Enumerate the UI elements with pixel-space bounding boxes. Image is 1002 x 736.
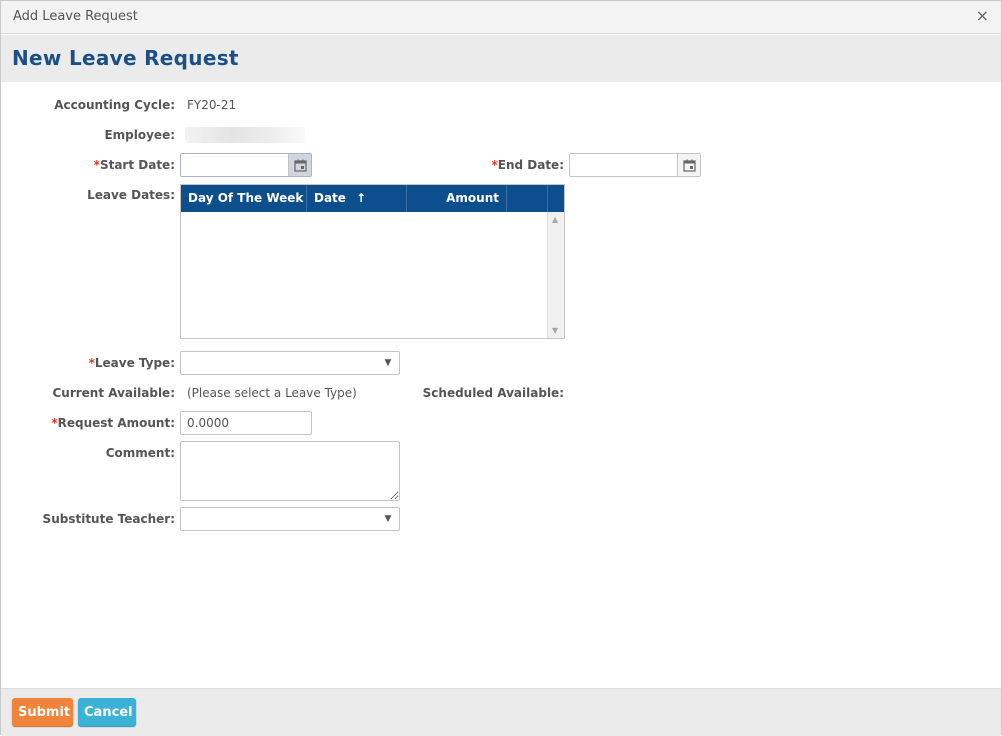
employee-label: Employee:	[104, 128, 175, 142]
end-date-field	[569, 153, 701, 177]
calendar-icon[interactable]	[677, 154, 700, 176]
dialog-footer: Submit Cancel	[1, 688, 1001, 736]
scroll-up-icon[interactable]: ▲	[552, 215, 558, 224]
grid-header: Day Of The Week Date ↑ Amount	[181, 185, 564, 212]
submit-button[interactable]: Submit	[12, 698, 73, 726]
dialog-titlebar: Add Leave Request ×	[1, 1, 1001, 34]
chevron-down-icon[interactable]: ▼	[377, 352, 399, 374]
page-title: New Leave Request	[12, 46, 239, 70]
page-header: New Leave Request	[1, 35, 1001, 82]
end-date-label: *End Date:	[491, 158, 564, 172]
start-date-label: *Start Date:	[94, 158, 175, 172]
accounting-cycle-label: Accounting Cycle:	[54, 98, 175, 112]
start-date-field	[180, 153, 312, 177]
dialog-window: Add Leave Request × New Leave Request Ac…	[0, 0, 1002, 736]
comment-label: Comment:	[105, 446, 175, 460]
current-available-value: (Please select a Leave Type)	[187, 386, 357, 400]
accounting-cycle-value: FY20-21	[187, 98, 237, 112]
cancel-button[interactable]: Cancel	[78, 698, 136, 726]
end-date-label-text: End Date:	[497, 158, 564, 172]
chevron-down-icon[interactable]: ▼	[377, 508, 399, 530]
leave-type-label: *Leave Type:	[89, 356, 175, 370]
request-amount-label-text: Request Amount:	[57, 416, 175, 430]
column-header-day[interactable]: Day Of The Week	[181, 185, 307, 212]
column-header-spacer	[507, 185, 548, 212]
scroll-down-icon[interactable]: ▼	[552, 326, 558, 335]
column-header-amount[interactable]: Amount	[407, 185, 507, 212]
leave-type-label-text: Leave Type:	[94, 356, 175, 370]
dialog-title: Add Leave Request	[13, 9, 138, 24]
close-icon[interactable]: ×	[976, 7, 989, 25]
start-date-label-text: Start Date:	[99, 158, 175, 172]
calendar-icon[interactable]	[288, 154, 311, 176]
comment-textarea[interactable]	[180, 441, 400, 501]
substitute-teacher-select[interactable]: ▼	[180, 507, 400, 531]
end-date-input[interactable]	[570, 154, 678, 176]
start-date-input[interactable]	[181, 154, 289, 176]
leave-type-select[interactable]: ▼	[180, 351, 400, 375]
substitute-teacher-label: Substitute Teacher:	[42, 512, 175, 526]
leave-dates-grid: Day Of The Week Date ↑ Amount ▲ ▼	[180, 184, 565, 339]
column-header-date[interactable]: Date ↑	[307, 185, 407, 212]
sort-ascending-icon: ↑	[355, 191, 366, 205]
request-amount-input[interactable]	[180, 411, 312, 435]
grid-scrollbar[interactable]: ▲ ▼	[547, 212, 564, 338]
employee-name-redacted	[185, 127, 305, 143]
leave-dates-label: Leave Dates:	[87, 188, 175, 202]
current-available-label: Current Available:	[52, 386, 175, 400]
request-amount-label: *Request Amount:	[51, 416, 175, 430]
scheduled-available-label: Scheduled Available:	[422, 386, 564, 400]
